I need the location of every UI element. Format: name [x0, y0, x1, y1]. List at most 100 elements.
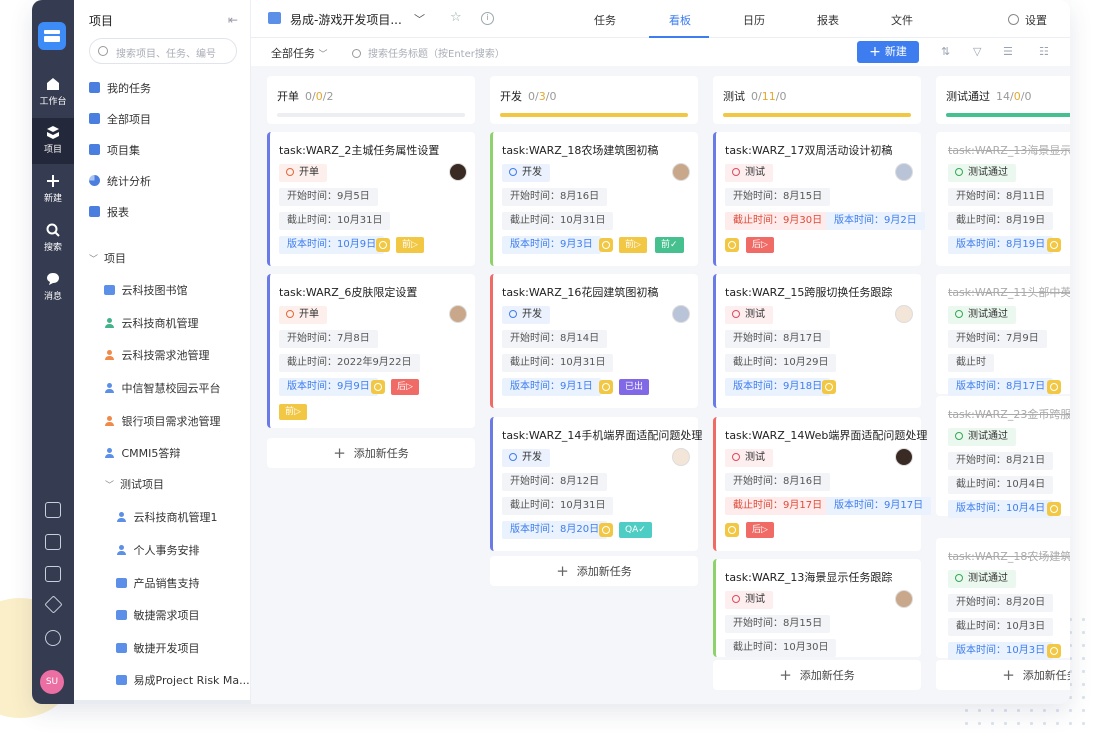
task-title[interactable]: task:WARZ_6皮肤限定设置: [279, 284, 417, 300]
app-logo-icon[interactable]: [38, 22, 66, 50]
assignee-avatar[interactable]: [449, 305, 467, 323]
status-badge[interactable]: 开单: [279, 306, 327, 324]
task-card[interactable]: task:WARZ_23金币跨服使 测试通过 开始时间：8月21日 截止时间：10月4…: [936, 396, 1070, 518]
project-name[interactable]: 易成-游戏开发项目...: [290, 11, 402, 28]
task-title[interactable]: task:WARZ_23金币跨服使: [948, 406, 1070, 422]
task-title[interactable]: task:WARZ_13海景显示任务跟踪: [725, 569, 892, 585]
task-search-input[interactable]: 搜索任务标题（按Enter搜索）: [352, 45, 505, 60]
status-badge[interactable]: 测试: [725, 164, 773, 182]
task-card[interactable]: task:WARZ_17双周活动设计初稿 测试 开始时间：8月15日 截止时间：9月3…: [713, 132, 925, 266]
task-card[interactable]: task:WARZ_14手机端界面适配问题处理 开发 开始时间：8月12日 截止时间：…: [490, 417, 702, 551]
task-tag[interactable]: 前✓: [655, 237, 684, 253]
help-icon[interactable]: [45, 630, 61, 646]
task-title[interactable]: task:WARZ_14手机端界面适配问题处理: [502, 427, 702, 443]
assignee-avatar[interactable]: [895, 590, 913, 608]
calendar-icon[interactable]: [45, 534, 61, 550]
tab-reports[interactable]: 报表: [817, 12, 839, 28]
task-tag[interactable]: 后▷: [746, 522, 774, 538]
add-task-button[interactable]: + 添加新任务: [490, 556, 698, 586]
task-title[interactable]: task:WARZ_17双周活动设计初稿: [725, 142, 892, 158]
project-item[interactable]: 云科技图书馆: [104, 282, 188, 302]
assignee-avatar[interactable]: [672, 163, 690, 181]
task-title[interactable]: task:WARZ_15跨服切换任务跟踪: [725, 284, 892, 300]
task-tag[interactable]: 后▷: [746, 237, 774, 253]
collapse-sidebar-icon[interactable]: ⇤: [228, 13, 238, 27]
task-card[interactable]: task:WARZ_6皮肤限定设置 开单 开始时间：7月8日 截止时间：2022年9月…: [267, 274, 475, 428]
status-badge[interactable]: 开发: [502, 449, 550, 467]
task-filter-dropdown[interactable]: 全部任务 ﹀: [271, 45, 328, 61]
project-item[interactable]: 中信智慧校园云平台: [104, 380, 221, 400]
settings-button[interactable]: 设置: [1008, 12, 1047, 28]
assignee-avatar[interactable]: [672, 448, 690, 466]
cube-icon[interactable]: [44, 595, 63, 614]
task-card[interactable]: task:WARZ_18农场建筑图 测试通过 开始时间：8月20日 截止时间：10月3…: [936, 538, 1070, 660]
filter-icon[interactable]: ▽: [973, 45, 981, 58]
tab-tasks[interactable]: 任务: [594, 12, 616, 28]
task-card[interactable]: task:WARZ_13海景显示任务测试通过开始时间：8月11日截止时间：8月1…: [936, 132, 1070, 266]
task-tag[interactable]: 后▷: [391, 379, 419, 395]
test-project-group-toggle[interactable]: ﹀ 测试项目: [105, 476, 164, 496]
status-badge[interactable]: 开发: [502, 306, 550, 324]
status-badge[interactable]: 开发: [502, 164, 550, 182]
rail-item-new[interactable]: 新建: [32, 167, 74, 213]
sidebar-item-statistics[interactable]: 统计分析: [89, 173, 151, 193]
task-tag[interactable]: QA✓: [619, 522, 652, 538]
assignee-avatar[interactable]: [672, 305, 690, 323]
task-tag[interactable]: 前▷: [279, 404, 307, 420]
status-badge[interactable]: 测试通过: [948, 428, 1016, 446]
project-item[interactable]: 云科技需求池管理: [104, 347, 210, 367]
project-item[interactable]: 产品销售支持: [116, 575, 200, 595]
assignee-avatar[interactable]: [895, 305, 913, 323]
task-title[interactable]: task:WARZ_2主城任务属性设置: [279, 142, 439, 158]
sort-icon[interactable]: ⇅: [941, 45, 950, 58]
document-settings-icon[interactable]: [45, 502, 61, 518]
task-card[interactable]: task:WARZ_11头部中英文 测试通过 开始时间：7月9日 截止时 版本时间：8月…: [936, 274, 1070, 396]
info-icon[interactable]: i: [481, 12, 494, 25]
task-tag[interactable]: 前▷: [396, 237, 424, 253]
rail-item-message[interactable]: 消息: [32, 265, 74, 311]
status-badge[interactable]: 测试: [725, 591, 773, 609]
task-card[interactable]: task:WARZ_18农场建筑图初稿 开发 开始时间：8月16日 截止时间：10月3…: [490, 132, 698, 266]
tab-calendar[interactable]: 日历: [743, 12, 765, 28]
task-card[interactable]: task:WARZ_15跨服切换任务跟踪 测试 开始时间：8月17日 截止时间：10月…: [713, 274, 921, 408]
add-task-button[interactable]: + 添加新任务: [936, 660, 1070, 690]
assignee-avatar[interactable]: [449, 163, 467, 181]
task-card[interactable]: task:WARZ_2主城任务属性设置 开单 开始时间：9月5日 截止时间：10月31…: [267, 132, 475, 266]
task-title[interactable]: task:WARZ_11头部中英文: [948, 284, 1070, 300]
rail-item-project[interactable]: 项目: [32, 118, 74, 164]
project-item[interactable]: 敏捷需求项目: [116, 607, 200, 627]
rail-item-workbench[interactable]: 工作台: [32, 70, 74, 116]
assignee-avatar[interactable]: [895, 163, 913, 181]
task-title[interactable]: task:WARZ_18农场建筑图初稿: [502, 142, 658, 158]
task-title[interactable]: task:WARZ_18农场建筑图: [948, 548, 1070, 564]
rail-item-search[interactable]: 搜索: [32, 216, 74, 262]
sidebar-search-input[interactable]: 搜索项目、任务、编号: [89, 38, 237, 64]
status-badge[interactable]: 测试通过: [948, 164, 1016, 182]
task-title[interactable]: task:WARZ_13海景显示任务: [948, 142, 1070, 158]
status-badge[interactable]: 测试通过: [948, 570, 1016, 588]
sidebar-item-all-projects[interactable]: 全部项目: [89, 111, 151, 131]
assignee-avatar[interactable]: [895, 448, 913, 466]
task-tag[interactable]: 前▷: [619, 237, 647, 253]
list-view-icon[interactable]: ☷: [1039, 45, 1049, 58]
status-badge[interactable]: 开单: [279, 164, 327, 182]
add-task-button[interactable]: + 添加新任务: [267, 438, 475, 468]
sidebar-item-reports[interactable]: 报表: [89, 204, 129, 224]
project-item[interactable]: 云科技商机管理1: [116, 509, 218, 529]
project-item[interactable]: 云科技商机管理: [104, 315, 199, 335]
tab-board[interactable]: 看板: [669, 12, 691, 28]
user-avatar[interactable]: SU: [40, 670, 64, 694]
chevron-down-icon[interactable]: ﹀: [414, 11, 425, 27]
new-task-button[interactable]: + 新建: [857, 41, 919, 63]
sidebar-item-my-tasks[interactable]: 我的任务: [89, 80, 151, 100]
add-task-button[interactable]: + 添加新任务: [713, 660, 921, 690]
project-item[interactable]: 敏捷开发项目: [116, 640, 200, 660]
status-badge[interactable]: 测试: [725, 306, 773, 324]
projects-group-toggle[interactable]: ﹀ 项目: [89, 250, 126, 270]
folder-icon[interactable]: [45, 566, 61, 582]
task-card[interactable]: task:WARZ_13海景显示任务跟踪 测试 开始时间：8月15日 截止时间：10月…: [713, 559, 921, 657]
task-title[interactable]: task:WARZ_14Web端界面适配问题处理: [725, 427, 927, 443]
status-badge[interactable]: 测试: [725, 449, 773, 467]
sidebar-scrollbar[interactable]: [74, 700, 251, 704]
task-card[interactable]: task:WARZ_14Web端界面适配问题处理 测试 开始时间：8月16日 截止时间…: [713, 417, 932, 551]
